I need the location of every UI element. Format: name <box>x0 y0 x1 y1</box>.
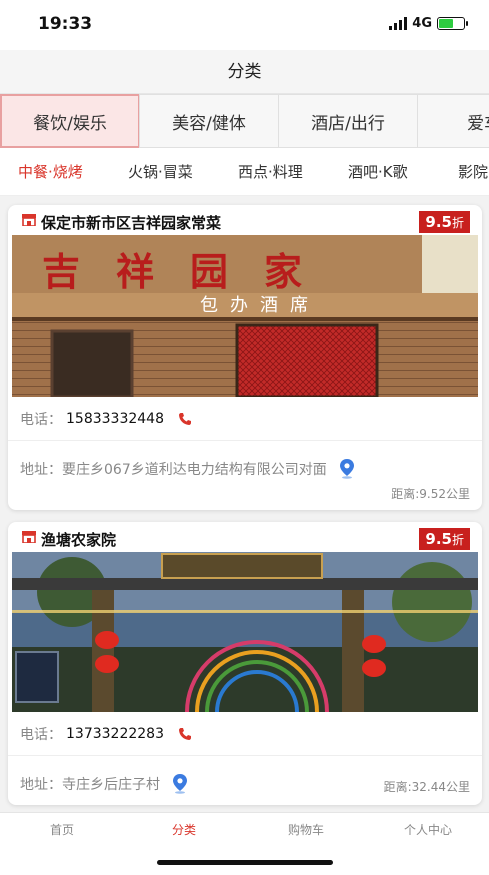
phone-number[interactable]: 13733222283 <box>66 726 164 742</box>
status-indicators: 4G <box>389 16 468 31</box>
sub-category-tabs: 中餐·烧烤 火锅·冒菜 西点·料理 酒吧·K歌 影院· <box>0 148 489 196</box>
discount-unit: 折 <box>451 533 464 547</box>
tab-category[interactable]: 分类 <box>144 821 224 838</box>
discount-value: 9.5 <box>425 213 452 231</box>
tab-beauty-fitness[interactable]: 美容/健体 <box>139 94 279 148</box>
phone-row[interactable]: 电话： 13733222283 <box>8 712 482 756</box>
phone-icon[interactable] <box>178 727 192 741</box>
subtab-cinema[interactable]: 影院· <box>440 161 489 182</box>
network-type: 4G <box>412 16 432 31</box>
shop-card[interactable]: 渔塘农家院 9.5折 电话： 13733222283 地址： 寺庄乡后庄子村 距… <box>8 522 482 805</box>
location-pin-icon[interactable] <box>339 459 355 479</box>
shop-header: 渔塘农家院 9.5折 <box>8 522 482 552</box>
address-label: 地址： <box>20 462 62 478</box>
battery-icon <box>437 17 468 30</box>
shop-image[interactable]: 吉祥园家 包办酒席 <box>12 235 478 397</box>
tab-home[interactable]: 首页 <box>22 821 102 838</box>
address-text: 要庄乡067乡道利达电力结构有限公司对面 <box>62 462 327 478</box>
address-row[interactable]: 地址： 要庄乡067乡道利达电力结构有限公司对面 距离:9.52公里 <box>8 441 482 507</box>
bottom-tab-bar: 首页 分类 购物车 个人中心 <box>0 812 489 875</box>
home-indicator <box>157 860 333 865</box>
shop-image[interactable] <box>12 552 478 712</box>
phone-label: 电话： <box>20 726 62 743</box>
status-bar: 19:33 4G <box>0 0 489 50</box>
shop-name: 保定市新市区吉祥园家常菜 <box>41 214 222 232</box>
discount-badge: 9.5折 <box>419 528 470 550</box>
page-title: 分类 <box>0 50 489 94</box>
signal-icon <box>389 17 408 30</box>
distance-text: 距离:9.52公里 <box>391 487 470 501</box>
tab-profile[interactable]: 个人中心 <box>388 821 468 838</box>
tab-hotel-travel[interactable]: 酒店/出行 <box>278 94 418 148</box>
farmhouse-gate-icon <box>12 552 478 712</box>
phone-label: 电话： <box>20 411 62 428</box>
status-time: 19:33 <box>38 14 93 34</box>
sign-text: 吉祥园家 <box>42 249 339 294</box>
discount-badge: 9.5折 <box>419 211 470 233</box>
discount-value: 9.5 <box>425 530 452 548</box>
shop-card[interactable]: 保定市新市区吉祥园家常菜 9.5折 吉祥园家 包办酒席 电话： 15833332… <box>8 205 482 510</box>
sign-subtext: 包办酒席 <box>200 295 320 316</box>
subtab-western[interactable]: 西点·料理 <box>220 161 330 182</box>
phone-row[interactable]: 电话： 15833332448 <box>8 397 482 441</box>
subtab-hotpot[interactable]: 火锅·冒菜 <box>110 161 220 182</box>
tab-dining-entertainment[interactable]: 餐饮/娱乐 <box>0 94 140 148</box>
distance-text: 距离:32.44公里 <box>383 780 470 794</box>
shop-name: 渔塘农家院 <box>41 531 117 549</box>
shop-icon <box>22 214 36 226</box>
shop-icon <box>22 531 36 543</box>
tab-cart[interactable]: 购物车 <box>266 821 346 838</box>
tab-car[interactable]: 爱车/ <box>417 94 489 148</box>
address-label: 地址： <box>20 777 62 793</box>
subtab-chinese-bbq[interactable]: 中餐·烧烤 <box>0 161 110 182</box>
shop-header: 保定市新市区吉祥园家常菜 9.5折 <box>8 205 482 235</box>
phone-icon[interactable] <box>178 412 192 426</box>
location-pin-icon[interactable] <box>172 774 188 794</box>
address-text: 寺庄乡后庄子村 <box>62 777 160 793</box>
phone-number[interactable]: 15833332448 <box>66 411 164 427</box>
category-tabs: 餐饮/娱乐 美容/健体 酒店/出行 爱车/ <box>0 94 489 148</box>
discount-unit: 折 <box>451 216 464 230</box>
subtab-bar-ktv[interactable]: 酒吧·K歌 <box>330 161 440 182</box>
address-row[interactable]: 地址： 寺庄乡后庄子村 距离:32.44公里 <box>8 756 482 805</box>
